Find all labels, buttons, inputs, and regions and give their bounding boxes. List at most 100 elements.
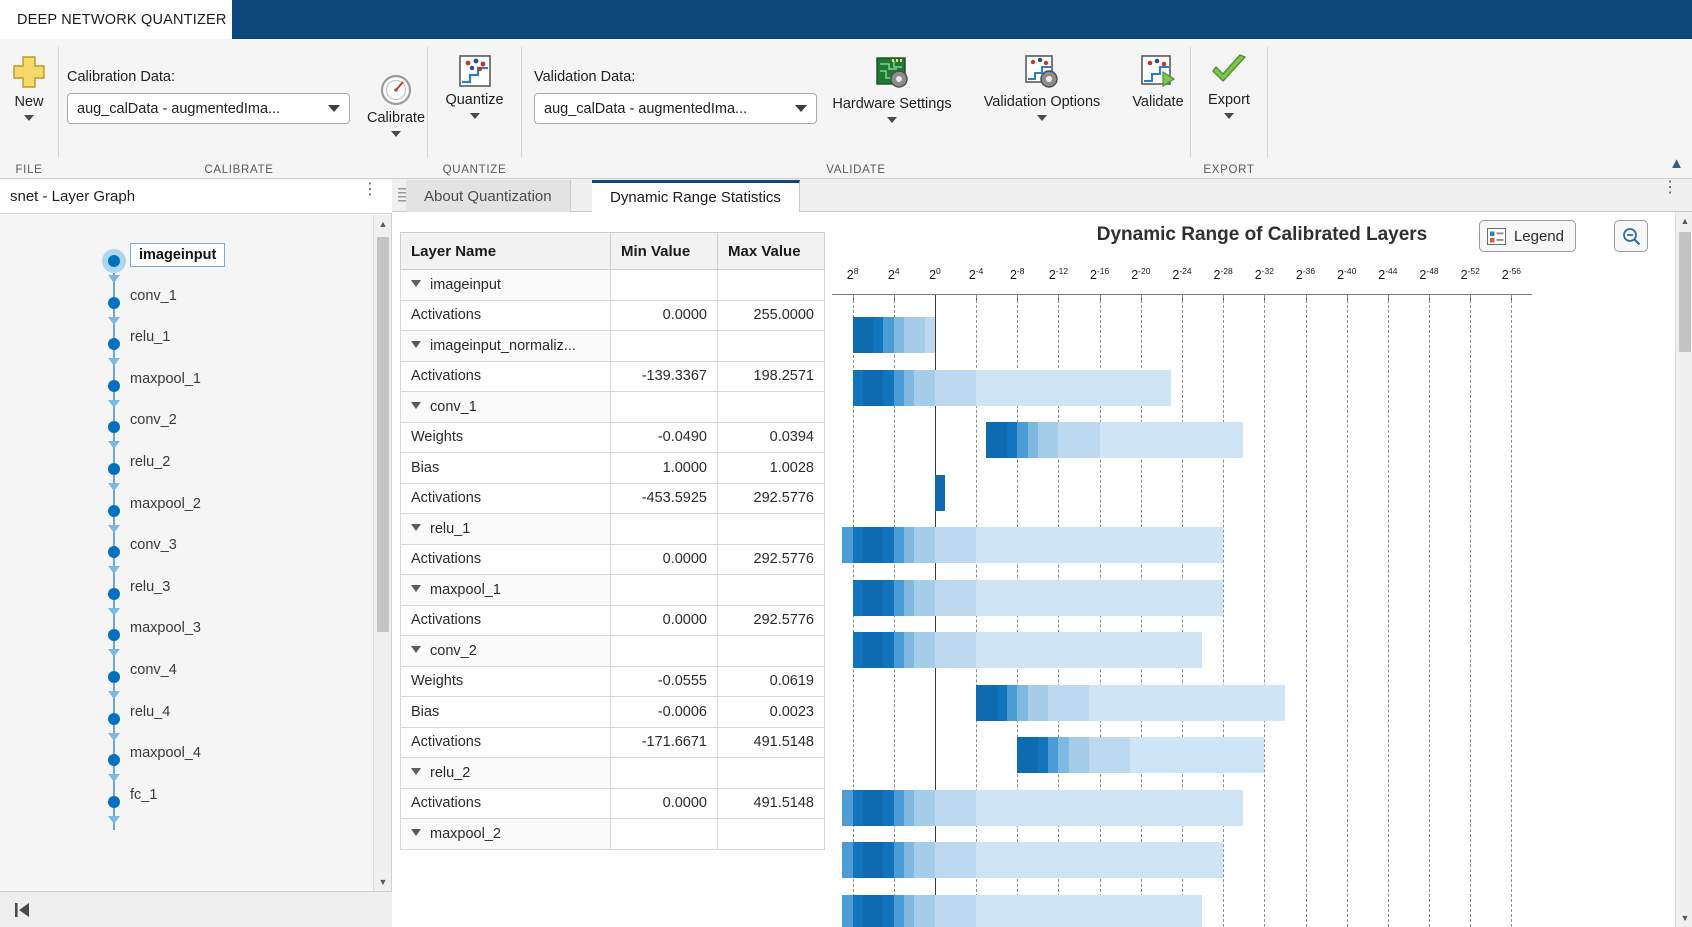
expand-collapse-icon[interactable] [411, 340, 421, 348]
scroll-up-arrow[interactable]: ▲ [374, 215, 392, 233]
table-row[interactable]: maxpool_1 [400, 574, 825, 606]
table-row[interactable]: Activations -453.5925 292.5776 [400, 482, 825, 514]
tab-strip-grip[interactable] [398, 188, 406, 204]
export-dropdown-caret[interactable] [1224, 113, 1234, 119]
column-header-max-value[interactable]: Max Value [717, 232, 825, 270]
dynamic-range-bar[interactable] [976, 684, 1285, 721]
legend-button[interactable]: Legend [1478, 220, 1576, 252]
dynamic-range-bar[interactable] [986, 422, 1244, 458]
histogram-segment [1027, 684, 1038, 721]
table-cell-layer-name[interactable]: conv_1 [400, 391, 611, 423]
scroll-up-arrow[interactable]: ▲ [1676, 212, 1692, 230]
scroll-down-arrow[interactable]: ▼ [1676, 909, 1692, 927]
table-row[interactable]: imageinput_normaliz... [400, 330, 825, 362]
dynamic-range-bar[interactable] [852, 579, 1224, 616]
dynamic-range-bar[interactable] [842, 894, 1203, 927]
histogram-segment [1232, 789, 1244, 826]
expand-collapse-icon[interactable] [411, 279, 421, 287]
table-row[interactable]: Bias 1.0000 1.0028 [400, 452, 825, 484]
expand-collapse-icon[interactable] [411, 767, 421, 775]
quantize-button[interactable]: Quantize [428, 53, 521, 119]
main-vertical-scrollbar[interactable]: ▲ ▼ [1675, 212, 1692, 927]
table-row[interactable]: relu_2 [400, 757, 825, 789]
table-row[interactable]: conv_1 [400, 391, 825, 423]
hardware-settings-button[interactable]: Hardware Settings [822, 53, 962, 123]
dynamic-range-bar[interactable] [852, 632, 1203, 668]
hardware-settings-dropdown-caret[interactable] [887, 117, 897, 123]
table-row[interactable]: Bias -0.0006 0.0023 [400, 696, 825, 728]
table-cell-min-value: -0.0555 [610, 665, 718, 697]
table-cell-layer-name: Activations [400, 726, 611, 758]
calibration-data-select[interactable]: aug_calData - augmentedIma... [67, 93, 350, 124]
expand-collapse-icon[interactable] [411, 828, 421, 836]
expand-collapse-icon[interactable] [411, 523, 421, 531]
table-cell-layer-name[interactable]: conv_2 [400, 635, 611, 667]
dynamic-range-chart: Dynamic Range of Calibrated Layers Legen… [832, 216, 1692, 927]
quantize-dropdown-caret[interactable] [469, 113, 480, 119]
graph-node-label: imageinput [130, 243, 226, 267]
table-row[interactable]: Weights -0.0555 0.0619 [400, 665, 825, 697]
validation-options-dropdown-caret[interactable] [1037, 115, 1047, 121]
table-row[interactable]: Activations 0.0000 292.5776 [400, 543, 825, 575]
dynamic-range-bar[interactable] [1017, 737, 1265, 773]
histogram-segment [1006, 369, 1018, 406]
layer-graph-canvas[interactable]: imageinput conv_1 relu_1 maxpool_1 conv_2 rel… [0, 215, 374, 891]
dynamic-range-bar[interactable] [852, 317, 935, 353]
ribbon-collapse-arrow[interactable]: ▲ [1669, 155, 1684, 172]
dynamic-range-bar[interactable] [842, 527, 1223, 563]
scroll-down-arrow[interactable]: ▼ [374, 873, 392, 891]
skip-to-start-icon[interactable] [12, 900, 32, 920]
table-row[interactable]: Weights -0.0490 0.0394 [400, 421, 825, 453]
tab-about-quantization[interactable]: About Quantization [406, 180, 571, 212]
zoom-out-button[interactable] [1614, 220, 1648, 252]
table-cell-layer-name[interactable]: relu_2 [400, 757, 611, 789]
table-cell-layer-name[interactable]: imageinput_normaliz... [400, 330, 611, 362]
tab-dynamic-range-statistics[interactable]: Dynamic Range Statistics [592, 180, 800, 212]
new-dropdown-caret[interactable] [24, 115, 34, 121]
dynamic-range-bar[interactable] [842, 789, 1244, 826]
vertical-dots-icon[interactable]: ⋮ [362, 182, 378, 198]
histogram-segment [883, 894, 894, 927]
table-row[interactable]: Activations 0.0000 292.5776 [400, 604, 825, 636]
calibrate-dropdown-caret[interactable] [391, 131, 401, 137]
table-row[interactable]: Activations -171.6671 491.5148 [400, 726, 825, 758]
dynamic-range-bar[interactable] [842, 842, 1223, 878]
calibrate-button[interactable]: Calibrate [356, 73, 436, 137]
table-row[interactable]: Activations 0.0000 255.0000 [400, 299, 825, 331]
dynamic-range-table-wrapper[interactable]: Layer Name Min Value Max Value imageinpu… [400, 232, 825, 927]
expand-collapse-icon[interactable] [411, 645, 421, 653]
chart-plot-area[interactable] [832, 294, 1532, 927]
dynamic-range-bar[interactable] [934, 474, 946, 511]
table-cell-layer-name[interactable]: relu_1 [400, 513, 611, 545]
table-cell-layer-name: Weights [400, 421, 611, 453]
column-header-layer-name[interactable]: Layer Name [400, 232, 611, 270]
histogram-segment [975, 579, 987, 616]
table-row[interactable]: maxpool_2 [400, 818, 825, 850]
dynamic-range-bar[interactable] [852, 369, 1172, 406]
layer-graph-scrollbar[interactable]: ▲ ▼ [373, 215, 391, 891]
table-cell-layer-name[interactable]: imageinput [400, 269, 611, 301]
validation-data-select[interactable]: aug_calData - augmentedIma... [534, 93, 817, 124]
table-row[interactable]: Activations 0.0000 491.5148 [400, 787, 825, 819]
expand-collapse-icon[interactable] [411, 584, 421, 592]
column-header-min-value[interactable]: Min Value [610, 232, 718, 270]
table-row[interactable]: imageinput [400, 269, 825, 301]
histogram-segment [1058, 842, 1069, 878]
histogram-segment [1171, 632, 1182, 668]
scroll-thumb[interactable] [1679, 232, 1691, 352]
table-row[interactable]: relu_1 [400, 513, 825, 545]
validate-button[interactable]: Validate [1122, 53, 1194, 110]
expand-collapse-icon[interactable] [411, 401, 421, 409]
scroll-thumb[interactable] [377, 237, 389, 632]
table-row[interactable]: conv_2 [400, 635, 825, 667]
validation-options-button[interactable]: Validation Options [968, 53, 1116, 121]
table-cell-max-value [717, 513, 825, 545]
table-cell-min-value [610, 513, 718, 545]
vertical-dots-icon[interactable]: ⋮ [1662, 180, 1678, 196]
new-button[interactable]: New [0, 53, 58, 121]
table-cell-layer-name[interactable]: maxpool_1 [400, 574, 611, 606]
app-title-tab[interactable]: DEEP NETWORK QUANTIZER [0, 0, 232, 39]
table-cell-layer-name[interactable]: maxpool_2 [400, 818, 611, 850]
table-row[interactable]: Activations -139.3367 198.2571 [400, 360, 825, 392]
export-button[interactable]: Export [1191, 53, 1267, 119]
